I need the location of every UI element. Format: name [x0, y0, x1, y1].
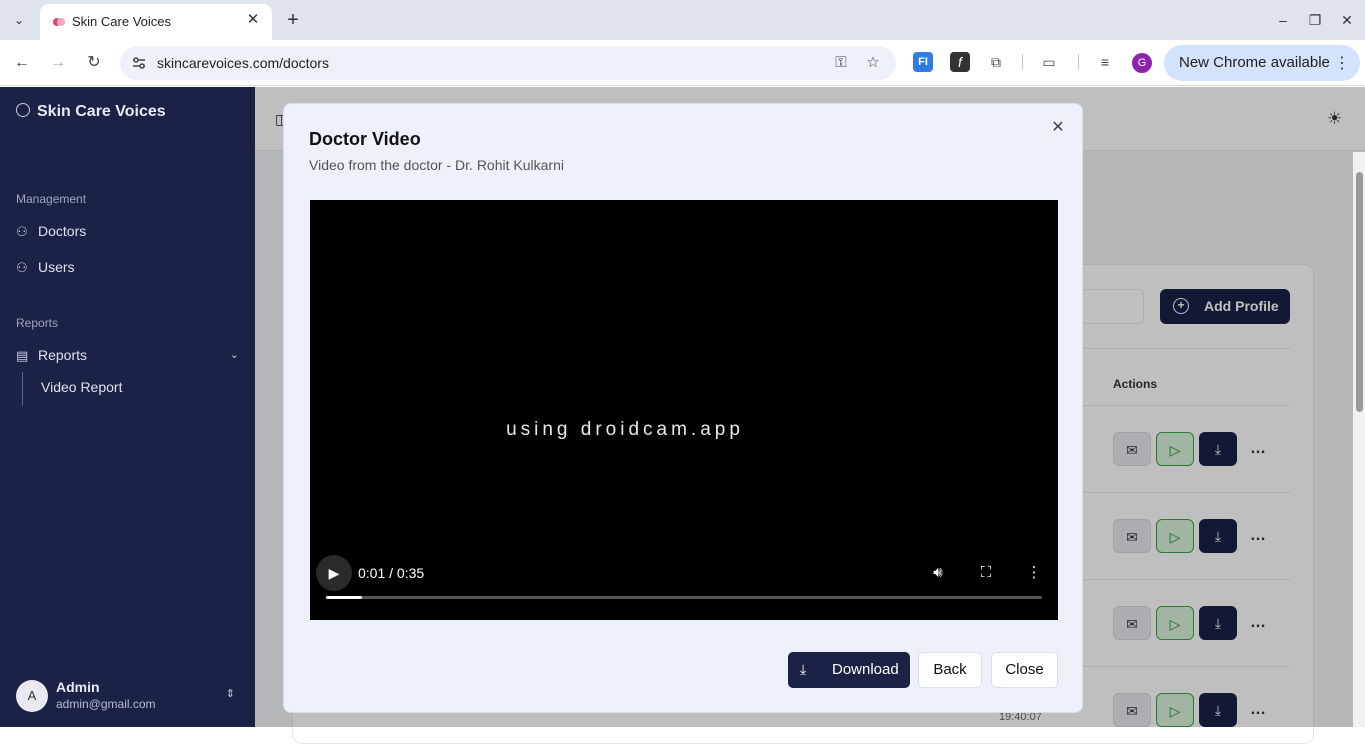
brand[interactable]: Skin Care Voices [16, 103, 166, 121]
new-chrome-label: New Chrome available [1179, 54, 1330, 71]
video-play-button[interactable]: ▶ [316, 555, 352, 591]
fullscreen-icon[interactable]: ⛶ [975, 562, 997, 584]
sidebar-section-reports: Reports [16, 316, 59, 330]
new-tab-icon[interactable]: + [282, 9, 304, 31]
users-icon: ⚇ [16, 260, 28, 275]
video-time: 0:01 / 0:35 [358, 565, 425, 581]
browser-tab[interactable]: Skin Care Voices ✕ [40, 4, 272, 40]
video-more-options-icon[interactable]: ⋮ [1023, 562, 1045, 584]
avatar: A [16, 680, 48, 712]
submenu-guide-line [22, 372, 23, 406]
brand-logo-icon [16, 103, 30, 117]
toolbar-separator [1022, 54, 1023, 70]
sidebar-item-reports[interactable]: ▤ Reports ⌄ [16, 347, 239, 364]
browser-tabstrip: ⌄ Skin Care Voices ✕ + – ❐ ✕ [0, 0, 1365, 40]
sidebar-section-management: Management [16, 192, 87, 206]
sidebar-item-doctors[interactable]: ⚇ Doctors [16, 223, 86, 240]
user-name: Admin [56, 679, 100, 695]
new-chrome-available-button[interactable]: New Chrome available ⋮ [1164, 45, 1360, 81]
sidebar-item-users[interactable]: ⚇ Users [16, 259, 75, 276]
close-button[interactable]: Close [991, 652, 1058, 688]
extension-formula-icon[interactable]: f [950, 52, 970, 72]
user-email: admin@gmail.com [56, 697, 156, 711]
media-controls-icon[interactable]: ≡ [1095, 52, 1115, 72]
close-icon[interactable]: ✕ [1048, 118, 1068, 138]
sidebar-item-label: Reports [38, 347, 88, 363]
extension-fi-icon[interactable]: FI [913, 52, 933, 72]
dialog-title: Doctor Video [309, 129, 421, 149]
reading-list-icon[interactable]: ▭ [1039, 52, 1059, 72]
toolbar-separator [1078, 54, 1079, 70]
forward-arrow-icon[interactable]: → [47, 52, 69, 74]
video-player[interactable]: using droidcam.app ▶ 0:01 / 0:35 🔊︎ ⛶ ⋮ [310, 200, 1058, 620]
video-watermark: using droidcam.app [506, 419, 744, 440]
chrome-menu-icon[interactable]: ⋮ [1334, 53, 1350, 73]
sidebar-item-label: Users [38, 259, 75, 275]
back-button[interactable]: Back [918, 652, 982, 688]
download-label: Download [832, 661, 899, 678]
dialog-subtitle: Video from the doctor - Dr. Rohit Kulkar… [309, 157, 564, 173]
users-icon: ⚇ [16, 224, 28, 239]
volume-icon[interactable]: 🔊︎ [927, 562, 949, 584]
video-progress-fill [326, 596, 362, 599]
report-icon: ▤ [16, 348, 29, 363]
address-bar[interactable]: skincarevoices.com/doctors ⚿ ☆ [120, 46, 896, 80]
restore-icon[interactable]: ❐ [1304, 10, 1326, 30]
site-info-icon[interactable] [130, 54, 148, 72]
video-seek-bar[interactable] [326, 596, 1042, 599]
sidebar: Skin Care Voices Management ⚇ Doctors ⚇ Us… [0, 87, 255, 727]
doctor-video-dialog: Doctor Video Video from the doctor - Dr.… [283, 103, 1083, 713]
sidebar-item-video-report[interactable]: Video Report [41, 379, 122, 395]
profile-avatar[interactable]: G [1132, 53, 1152, 73]
page-scrollbar[interactable] [1353, 152, 1365, 727]
reload-icon[interactable]: ↻ [83, 52, 105, 74]
user-menu[interactable]: A Admin admin@gmail.com ⇕ [16, 677, 241, 717]
minimize-icon[interactable]: – [1272, 10, 1294, 30]
url-text: skincarevoices.com/doctors [157, 55, 329, 71]
download-icon: ⤓ [800, 661, 807, 677]
browser-toolbar: ← → ↻ skincarevoices.com/doctors ⚿ ☆ [0, 40, 1365, 86]
site-favicon-icon [53, 18, 65, 26]
tab-close-icon[interactable]: ✕ [244, 11, 262, 29]
chevron-down-icon: ⌄ [229, 349, 239, 361]
password-key-icon[interactable]: ⚿ [832, 54, 850, 72]
chevron-up-down-icon: ⇕ [225, 688, 235, 700]
scrollbar-thumb[interactable] [1356, 172, 1363, 412]
tab-search-chevron-icon[interactable]: ⌄ [8, 10, 30, 30]
sidebar-item-label: Doctors [38, 223, 87, 239]
brand-name: Skin Care Voices [37, 103, 166, 120]
tab-title: Skin Care Voices [72, 14, 171, 29]
back-arrow-icon[interactable]: ← [11, 52, 33, 74]
extensions-puzzle-icon[interactable]: ⧉ [986, 52, 1006, 72]
download-button[interactable]: ⤓ Download [788, 652, 910, 688]
bookmark-star-icon[interactable]: ☆ [864, 54, 882, 72]
window-close-icon[interactable]: ✕ [1336, 10, 1358, 30]
